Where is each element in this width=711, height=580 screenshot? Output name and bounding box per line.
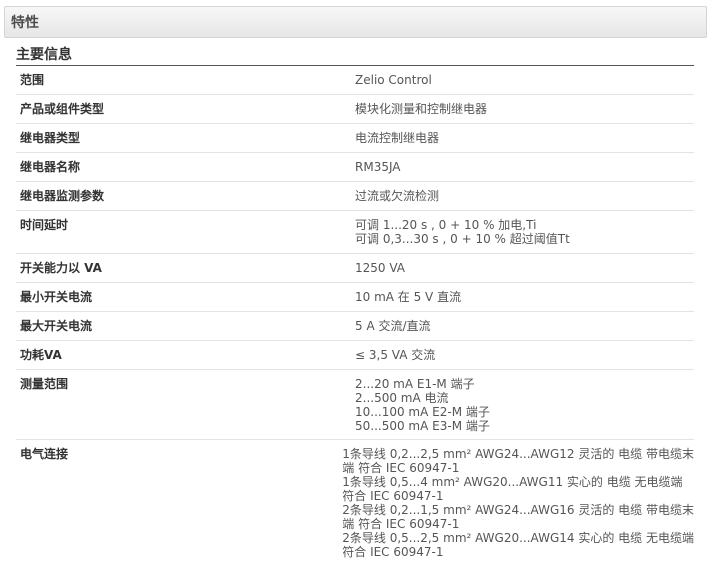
spec-value-line: 符合 IEC 60947-1 [342,489,444,503]
spec-value-line: 1条导线 0,5...4 mm² AWG20...AWG11 实心的 电缆 无电… [342,475,683,489]
spec-value-line: 5 A 交流/直流 [355,319,431,333]
spec-value: 过流或欠流检测 [355,182,694,210]
spec-value: 2...20 mA E1-M 端子 2...500 mA 电流 10...100… [355,370,694,439]
spec-label: 继电器类型 [20,131,81,145]
product-characteristics-page: 特性 主要信息 范围 Zelio Control 产品或组件类型 模块化测量和控… [0,6,711,566]
spec-value-line: 1条导线 0,2...2,5 mm² AWG24...AWG12 灵活的 电缆 … [342,447,694,461]
spec-value-line: 10...100 mA E2-M 端子 [355,405,490,419]
spec-value: Zelio Control [355,66,694,94]
spec-value: 1条导线 0,2...2,5 mm² AWG24...AWG12 灵活的 电缆 … [342,440,694,580]
spec-row: 最小开关电流 10 mA 在 5 V 直流 [16,283,694,312]
spec-row: 电气连接 1条导线 0,2...2,5 mm² AWG24...AWG12 灵活… [16,440,694,580]
spec-row: 最大开关电流 5 A 交流/直流 [16,312,694,341]
spec-value: RM35JA [355,153,694,181]
spec-label: 功耗VA [20,348,62,362]
spec-row: 功耗VA ≤ 3,5 VA 交流 [16,341,694,370]
spec-table: 范围 Zelio Control 产品或组件类型 模块化测量和控制继电器 继电器… [16,66,694,580]
spec-value-line: 2...20 mA E1-M 端子 [355,377,475,391]
spec-value-line: 过流或欠流检测 [355,189,440,203]
spec-value-line: 电流控制继电器 [355,131,440,145]
spec-row: 测量范围 2...20 mA E1-M 端子 2...500 mA 电流 10.… [16,370,694,440]
spec-row: 继电器名称 RM35JA [16,153,694,182]
main-info-section: 主要信息 范围 Zelio Control 产品或组件类型 模块化测量和控制继电… [16,46,694,580]
spec-row: 时间延时 可调 1...20 s , 0 + 10 % 加电,Ti 可调 0,3… [16,211,694,254]
characteristics-title: 特性 [11,15,39,31]
spec-label: 继电器名称 [20,160,81,174]
spec-label: 产品或组件类型 [20,102,105,116]
spec-row: 继电器监测参数 过流或欠流检测 [16,182,694,211]
spec-value-line: 可调 0,3...30 s , 0 + 10 % 超过阈值Tt [355,232,570,246]
spec-value-line: 2...500 mA 电流 [355,391,449,405]
spec-value-line: 2条导线 0,5...2,5 mm² AWG20...AWG14 实心的 电缆 … [342,531,694,545]
spec-value-line: Zelio Control [355,73,432,87]
spec-value-line: 2条导线 0,2...1,5 mm² AWG24...AWG16 灵活的 电缆 … [342,503,694,517]
spec-label: 开关能力以 VA [20,261,102,275]
spec-value: 可调 1...20 s , 0 + 10 % 加电,Ti 可调 0,3...30… [355,211,694,253]
spec-value-line: 模块化测量和控制继电器 [355,102,488,116]
spec-row: 范围 Zelio Control [16,66,694,95]
spec-label: 时间延时 [20,218,69,232]
spec-label: 范围 [20,73,45,87]
spec-value: 1250 VA [355,254,694,282]
spec-label: 继电器监测参数 [20,189,105,203]
spec-value: 5 A 交流/直流 [355,312,694,340]
spec-value: 10 mA 在 5 V 直流 [355,283,694,311]
spec-value-line: 端 符合 IEC 60947-1 [342,517,460,531]
spec-label: 最大开关电流 [20,319,93,333]
section-title: 主要信息 [16,46,694,66]
spec-value-line: 1250 VA [355,261,406,275]
spec-value-line: 50...500 mA E3-M 端子 [355,419,490,433]
spec-row: 开关能力以 VA 1250 VA [16,254,694,283]
spec-value-line: ≤ 3,5 VA 交流 [355,348,436,362]
spec-label: 最小开关电流 [20,290,93,304]
spec-row: 继电器类型 电流控制继电器 [16,124,694,153]
spec-label: 电气连接 [20,447,69,461]
spec-value-line: 10 mA 在 5 V 直流 [355,290,462,304]
spec-value-line: 可调 1...20 s , 0 + 10 % 加电,Ti [355,218,537,232]
spec-value-line: 端 符合 IEC 60947-1 [342,461,460,475]
spec-label: 测量范围 [20,377,69,391]
characteristics-header: 特性 [4,6,707,38]
spec-value-line: 符合 IEC 60947-1 [342,545,444,559]
spec-value: 模块化测量和控制继电器 [355,95,694,123]
spec-value: 电流控制继电器 [355,124,694,152]
spec-value-line: RM35JA [355,160,401,174]
spec-value: ≤ 3,5 VA 交流 [355,341,694,369]
spec-row: 产品或组件类型 模块化测量和控制继电器 [16,95,694,124]
